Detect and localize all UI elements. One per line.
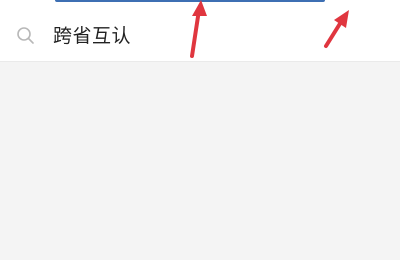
screen: 跨省互认 <box>0 0 400 260</box>
search-icon[interactable] <box>16 26 36 46</box>
content-area <box>0 62 400 260</box>
search-bar[interactable]: 跨省互认 <box>0 0 400 62</box>
search-input-value[interactable]: 跨省互认 <box>53 24 131 48</box>
top-strip <box>55 0 325 2</box>
